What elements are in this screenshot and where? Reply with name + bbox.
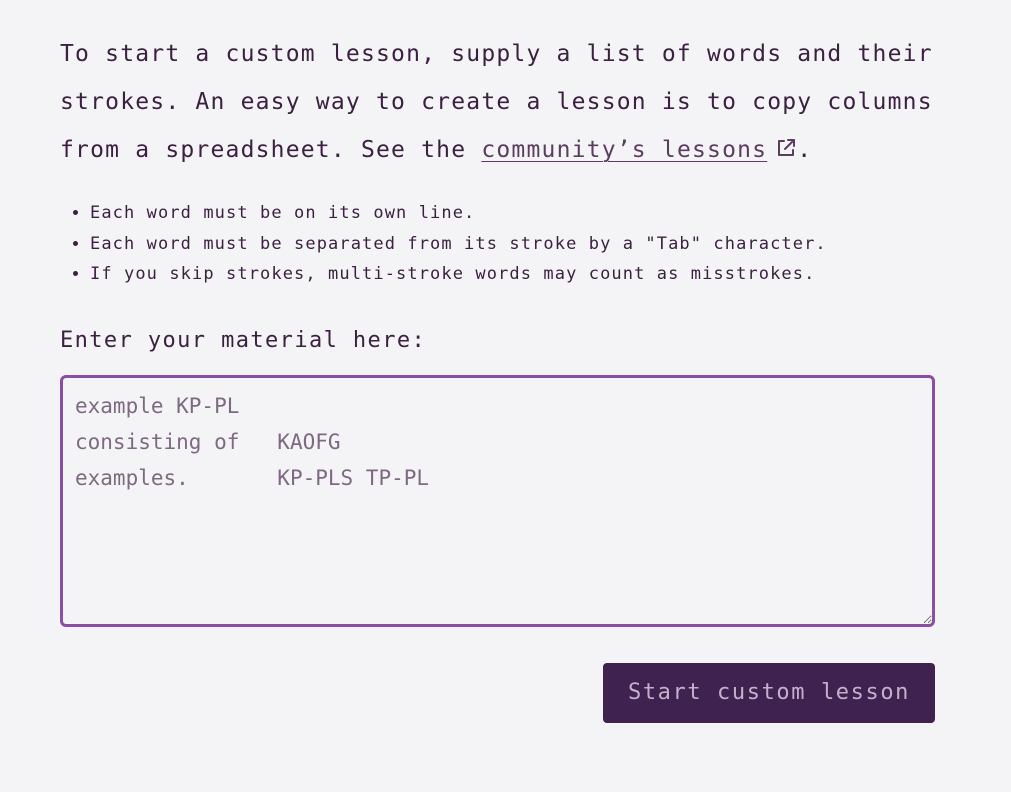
custom-lesson-panel: To start a custom lesson, supply a list … <box>60 30 935 723</box>
intro-paragraph: To start a custom lesson, supply a list … <box>60 30 935 176</box>
lesson-rules-list: Each word must be on its own line. Each … <box>60 198 935 290</box>
actions-row: Start custom lesson <box>60 662 935 723</box>
community-lessons-link[interactable]: community’s lessons <box>481 137 767 163</box>
community-lessons-link-label: community’s lessons <box>481 137 768 163</box>
list-item: Each word must be on its own line. <box>90 198 935 229</box>
external-link-icon[interactable] <box>775 128 797 176</box>
list-item: If you skip strokes, multi-stroke words … <box>90 259 935 290</box>
start-custom-lesson-button[interactable]: Start custom lesson <box>603 662 935 723</box>
intro-period: . <box>797 137 813 163</box>
material-textarea[interactable] <box>60 374 935 627</box>
material-label: Enter your material here: <box>60 327 427 353</box>
list-item: Each word must be separated from its str… <box>90 229 935 260</box>
